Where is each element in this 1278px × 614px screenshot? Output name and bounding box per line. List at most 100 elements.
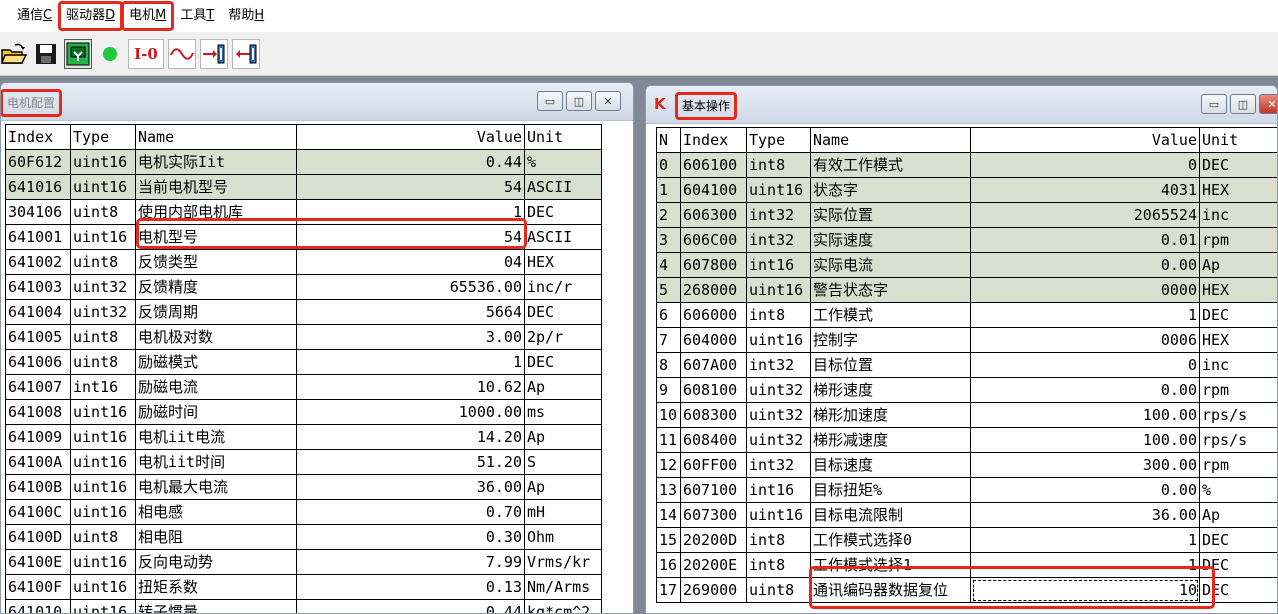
table-row[interactable]: 13 607100 int16 目标扭矩% 0.00% bbox=[656, 477, 1277, 503]
table-row[interactable]: 6 606000 int8 工作模式 1 DEC bbox=[656, 302, 1277, 328]
cell-value[interactable]: 54 bbox=[296, 224, 525, 250]
minimize-icon[interactable]: ▭ bbox=[1201, 94, 1227, 114]
table-row[interactable]: 12 60FF00 int32 目标速度 300.00 rpm bbox=[656, 452, 1277, 478]
menu-communication[interactable]: 通信C bbox=[10, 2, 59, 30]
connect-icon[interactable] bbox=[64, 38, 92, 69]
table-row[interactable]: 641002 uint8 反馈类型 04 HEX bbox=[5, 249, 602, 275]
close-icon[interactable]: ✕ bbox=[1259, 94, 1277, 114]
table-row[interactable]: 641005 uint8 电机极对数 3.00 2p/r bbox=[5, 324, 602, 350]
cell-unit: DEC bbox=[1199, 152, 1277, 178]
cell-value[interactable]: 51.20 bbox=[296, 449, 525, 475]
cell-value[interactable]: 0.30 bbox=[296, 524, 525, 550]
menu-motor[interactable]: 电机M bbox=[121, 1, 175, 31]
basic-operation-titlebar[interactable]: K 基本操作 ▭ ◫ ✕ bbox=[646, 86, 1277, 124]
table-row[interactable]: 15 20200D int8 工作模式选择0 1 DEC bbox=[656, 527, 1277, 553]
cell-value[interactable]: 100.00 bbox=[970, 402, 1200, 428]
table-row[interactable]: 1 604100 uint16 状态字 4031 HEX bbox=[656, 177, 1277, 203]
table-row[interactable]: 9 608100 uint32 梯形速度 0.00 rpm bbox=[656, 377, 1277, 403]
cell-value[interactable]: 3.00 bbox=[296, 324, 525, 350]
table-row[interactable]: 5 268000 uint16 警告状态字 0000 HEX bbox=[656, 277, 1277, 303]
cell-value[interactable]: 10.62 bbox=[296, 374, 525, 400]
cell-value[interactable]: 5664 bbox=[296, 299, 525, 325]
cell-value[interactable]: 1 bbox=[296, 349, 525, 375]
column-header-value[interactable]: Value bbox=[296, 124, 525, 150]
download-icon[interactable] bbox=[200, 38, 228, 69]
table-row[interactable]: 641009 uint16 电机iit电流 14.20 Ap bbox=[5, 424, 602, 450]
table-row[interactable]: 641006 uint8 励磁模式 1 DEC bbox=[5, 349, 602, 375]
cell-value[interactable]: 0.00 bbox=[970, 377, 1200, 403]
table-row[interactable]: 0 606100 int8 有效工作模式 0 DEC bbox=[656, 152, 1277, 178]
table-row[interactable]: 11 608400 uint32 梯形减速度 100.00 rps/s bbox=[656, 427, 1277, 453]
io-icon[interactable]: I-0 bbox=[128, 38, 164, 69]
restore-icon[interactable]: ◫ bbox=[566, 91, 592, 111]
cell-value[interactable]: 100.00 bbox=[970, 427, 1200, 453]
cell-value[interactable]: 0.00 bbox=[970, 477, 1200, 503]
status-green-dot-icon[interactable] bbox=[96, 39, 124, 69]
column-header-value[interactable]: Value bbox=[970, 127, 1200, 153]
cell-value[interactable]: 1000.00 bbox=[296, 399, 525, 425]
menu-tools[interactable]: 工具T bbox=[173, 2, 221, 30]
cell-value[interactable]: 0.44 bbox=[296, 599, 525, 613]
table-row[interactable]: 4 607800 int16 实际电流 0.00 Ap bbox=[656, 252, 1277, 278]
cell-value[interactable]: 1 bbox=[970, 527, 1200, 553]
table-row[interactable]: 641001 uint16 电机型号 54 ASCII bbox=[5, 224, 602, 250]
cell-value[interactable]: 04 bbox=[296, 249, 525, 275]
table-row[interactable]: 641007 int16 励磁电流 10.62 Ap bbox=[5, 374, 602, 400]
table-row[interactable]: 641016 uint16 当前电机型号 54 ASCII bbox=[5, 174, 602, 200]
cell-value[interactable]: 1 bbox=[970, 552, 1200, 578]
table-row[interactable]: 64100B uint16 电机最大电流 36.00 Ap bbox=[5, 474, 602, 500]
cell-value[interactable]: 0006 bbox=[970, 327, 1200, 353]
column-header-name[interactable]: Name bbox=[135, 124, 297, 150]
table-row[interactable]: 7 604000 uint16 控制字 0006 HEX bbox=[656, 327, 1277, 353]
table-row[interactable]: 60F612 uint16 电机实际Iit 0.44% bbox=[5, 149, 602, 175]
menu-help[interactable]: 帮助H bbox=[221, 2, 271, 30]
menu-drive[interactable]: 驱动器D bbox=[58, 1, 124, 31]
close-icon[interactable]: ✕ bbox=[595, 91, 621, 111]
column-header-type[interactable]: Type bbox=[746, 127, 811, 153]
table-row[interactable]: 641004 uint32 反馈周期 5664 DEC bbox=[5, 299, 602, 325]
upload-icon[interactable] bbox=[232, 38, 260, 69]
cell-value[interactable]: 14.20 bbox=[296, 424, 525, 450]
cell-value[interactable]: 36.00 bbox=[970, 502, 1200, 528]
cell-value[interactable]: 300.00 bbox=[970, 452, 1200, 478]
restore-icon[interactable]: ◫ bbox=[1230, 94, 1256, 114]
table-row[interactable]: 641008 uint16 励磁时间 1000.00 ms bbox=[5, 399, 602, 425]
table-row[interactable]: 64100C uint16 相电感 0.70 mH bbox=[5, 499, 602, 525]
save-icon[interactable] bbox=[32, 39, 60, 69]
table-row[interactable]: 64100E uint16 反向电动势 7.99 Vrms/kr bbox=[5, 549, 602, 575]
table-row[interactable]: 17 269000 uint8 通讯编码器数据复位 10 DEC bbox=[656, 577, 1277, 603]
column-header-type[interactable]: Type bbox=[70, 124, 136, 150]
table-row[interactable]: 10 608300 uint32 梯形加速度 100.00 rps/s bbox=[656, 402, 1277, 428]
column-header-unit[interactable]: Unit bbox=[1199, 127, 1277, 153]
column-header-unit[interactable]: Unit bbox=[524, 124, 602, 150]
minimize-icon[interactable]: ▭ bbox=[537, 91, 563, 111]
cell-value[interactable]: 1 bbox=[970, 302, 1200, 328]
cell-value[interactable]: 0 bbox=[970, 352, 1200, 378]
table-row[interactable]: 641010 uint16 转子惯量 0.44 kg*cm^2 bbox=[5, 599, 602, 613]
open-folder-icon[interactable] bbox=[0, 39, 28, 69]
table-row[interactable]: 2 606300 int32 实际位置 2065524 inc bbox=[656, 202, 1277, 228]
oscilloscope-icon[interactable] bbox=[168, 38, 196, 69]
table-row[interactable]: 8 607A00 int32 目标位置 0 inc bbox=[656, 352, 1277, 378]
cell-value[interactable]: 0.70 bbox=[296, 499, 525, 525]
table-row[interactable]: 16 20200E int8 工作模式选择1 1 DEC bbox=[656, 552, 1277, 578]
cell-value[interactable]: 65536.00 bbox=[296, 274, 525, 300]
cell-value[interactable]: 36.00 bbox=[296, 474, 525, 500]
column-header-index[interactable]: Index bbox=[680, 127, 747, 153]
table-row[interactable]: 3 606C00 int32 实际速度 0.01 rpm bbox=[656, 227, 1277, 253]
cell-value[interactable]: 10 bbox=[970, 577, 1200, 603]
table-row[interactable]: 64100D uint8 相电阻 0.30 Ohm bbox=[5, 524, 602, 550]
motor-config-titlebar[interactable]: 电机配置 ▭ ◫ ✕ bbox=[1, 83, 633, 121]
cell-value[interactable]: 1 bbox=[296, 199, 525, 225]
table-row[interactable]: 14 607300 uint16 目标电流限制 36.00 Ap bbox=[656, 502, 1277, 528]
table-row[interactable]: 64100A uint16 电机iit时间 51.20 S bbox=[5, 449, 602, 475]
column-header-index[interactable]: Index bbox=[5, 124, 71, 150]
column-header-name[interactable]: Name bbox=[810, 127, 971, 153]
table-row[interactable]: 64100F uint16 扭矩系数 0.13 Nm/Arms bbox=[5, 574, 602, 600]
table-row[interactable]: 304106 uint8 使用内部电机库 1 DEC bbox=[5, 199, 602, 225]
cell-value[interactable]: 0.13 bbox=[296, 574, 525, 600]
column-header-n[interactable]: N bbox=[656, 127, 681, 153]
table-row[interactable]: 641003 uint32 反馈精度 65536.00 inc/r bbox=[5, 274, 602, 300]
cell-type: uint16 bbox=[70, 449, 136, 475]
cell-value[interactable]: 7.99 bbox=[296, 549, 525, 575]
